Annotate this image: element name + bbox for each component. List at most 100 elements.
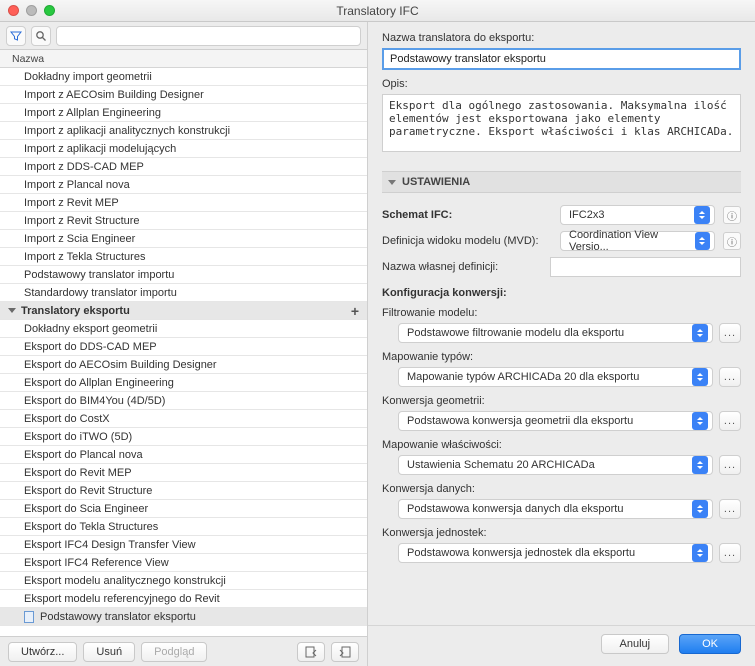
cancel-label: Anuluj: [620, 638, 651, 650]
updown-icon: [692, 324, 708, 342]
mvd-value: Coordination View Versio...: [569, 229, 695, 253]
list-item[interactable]: Eksport do Scia Engineer: [0, 500, 367, 518]
filter-icon: [10, 30, 22, 42]
mvd-select[interactable]: Coordination View Versio...: [560, 231, 715, 251]
list-item-label: Eksport modelu analitycznego konstrukcji: [24, 575, 226, 587]
delete-label: Usuń: [96, 646, 122, 658]
close-icon[interactable]: [8, 5, 19, 16]
unitconv-value: Podstawowa konwersja jednostek dla ekspo…: [407, 547, 635, 559]
geom-edit-button[interactable]: ...: [719, 411, 741, 431]
list-item[interactable]: Eksport do CostX: [0, 410, 367, 428]
dataconv-label: Konwersja danych:: [382, 483, 741, 495]
search-input[interactable]: [56, 26, 361, 46]
list-item[interactable]: Eksport do Allplan Engineering: [0, 374, 367, 392]
schema-info-button[interactable]: ⓘ: [723, 206, 741, 224]
add-translator-button[interactable]: +: [351, 303, 359, 319]
info-icon: ⓘ: [727, 208, 737, 223]
export-group-header[interactable]: Translatory eksportu +: [0, 302, 367, 320]
zoom-icon[interactable]: [44, 5, 55, 16]
dataconv-select[interactable]: Podstawowa konwersja danych dla eksportu: [398, 499, 713, 519]
list-item[interactable]: Import z DDS-CAD MEP: [0, 158, 367, 176]
filter-select[interactable]: Podstawowe filtrowanie modelu dla ekspor…: [398, 323, 713, 343]
list-item[interactable]: Eksport do DDS-CAD MEP: [0, 338, 367, 356]
list-item[interactable]: Import z AECOsim Building Designer: [0, 86, 367, 104]
create-button[interactable]: Utwórz...: [8, 642, 77, 662]
list-item-label: Eksport IFC4 Design Transfer View: [24, 539, 196, 551]
chevron-down-icon: [388, 180, 396, 185]
geom-value: Podstawowa konwersja geometrii dla ekspo…: [407, 415, 633, 427]
list-item[interactable]: Eksport do BIM4You (4D/5D): [0, 392, 367, 410]
typemap-select[interactable]: Mapowanie typów ARCHICADa 20 dla eksport…: [398, 367, 713, 387]
list-item[interactable]: Eksport modelu referencyjnego do Revit: [0, 590, 367, 608]
list-item[interactable]: Import z aplikacji analitycznych konstru…: [0, 122, 367, 140]
translator-name-input[interactable]: [382, 48, 741, 70]
list-item[interactable]: Eksport do Plancal nova: [0, 446, 367, 464]
unitconv-select[interactable]: Podstawowa konwersja jednostek dla ekspo…: [398, 543, 713, 563]
list-item-label: Eksport modelu referencyjnego do Revit: [24, 593, 220, 605]
titlebar: Translatory IFC: [0, 0, 755, 22]
mvd-info-button[interactable]: ⓘ: [723, 232, 741, 250]
ok-button[interactable]: OK: [679, 634, 741, 654]
unitconv-label: Konwersja jednostek:: [382, 527, 741, 539]
list-item[interactable]: Import z Revit MEP: [0, 194, 367, 212]
schema-select[interactable]: IFC2x3: [560, 205, 715, 225]
import-settings-button[interactable]: [297, 642, 325, 662]
list-item[interactable]: Dokładny eksport geometrii: [0, 320, 367, 338]
dataconv-edit-button[interactable]: ...: [719, 499, 741, 519]
typemap-edit-button[interactable]: ...: [719, 367, 741, 387]
list-item-label: Eksport do Allplan Engineering: [24, 377, 174, 389]
propmap-edit-button[interactable]: ...: [719, 455, 741, 475]
window-title: Translatory IFC: [0, 4, 755, 18]
list-item[interactable]: Import z Tekla Structures: [0, 248, 367, 266]
list-item-label: Eksport do DDS-CAD MEP: [24, 341, 157, 353]
filter-label: Filtrowanie modelu:: [382, 307, 741, 319]
list-item[interactable]: Import z Scia Engineer: [0, 230, 367, 248]
own-def-label: Nazwa własnej definicji:: [382, 261, 542, 273]
propmap-label: Mapowanie właściwości:: [382, 439, 741, 451]
list-item[interactable]: Eksport modelu analitycznego konstrukcji: [0, 572, 367, 590]
list-item[interactable]: Eksport do Revit MEP: [0, 464, 367, 482]
propmap-select[interactable]: Ustawienia Schematu 20 ARCHICADa: [398, 455, 713, 475]
list-item[interactable]: Import z Allplan Engineering: [0, 104, 367, 122]
search-icon: [35, 30, 47, 42]
preview-button: Podgląd: [141, 642, 207, 662]
export-settings-button[interactable]: [331, 642, 359, 662]
list-item[interactable]: Import z Revit Structure: [0, 212, 367, 230]
updown-icon: [694, 206, 710, 224]
list-item-label: Eksport do Plancal nova: [24, 449, 143, 461]
list-bottom-bar: Utwórz... Usuń Podgląd: [0, 636, 367, 666]
search-button[interactable]: [31, 26, 51, 46]
settings-section-header[interactable]: USTAWIENIA: [382, 171, 741, 193]
settings-header-label: USTAWIENIA: [402, 176, 470, 188]
list-item-label: Eksport do Revit MEP: [24, 467, 132, 479]
list-item[interactable]: Import z Plancal nova: [0, 176, 367, 194]
list-item[interactable]: Import z aplikacji modelujących: [0, 140, 367, 158]
list-item-label: Eksport do AECOsim Building Designer: [24, 359, 217, 371]
list-column-header[interactable]: Nazwa: [0, 50, 367, 68]
geom-select[interactable]: Podstawowa konwersja geometrii dla ekspo…: [398, 411, 713, 431]
list-item[interactable]: Standardowy translator importu: [0, 284, 367, 302]
list-item[interactable]: Eksport do AECOsim Building Designer: [0, 356, 367, 374]
list-item[interactable]: Eksport IFC4 Design Transfer View: [0, 536, 367, 554]
updown-icon: [692, 544, 708, 562]
unitconv-edit-button[interactable]: ...: [719, 543, 741, 563]
list-item[interactable]: Eksport do Tekla Structures: [0, 518, 367, 536]
mvd-label: Definicja widoku modelu (MVD):: [382, 235, 552, 247]
settings-panel: Nazwa translatora do eksportu: Opis: UST…: [368, 22, 755, 666]
list-item[interactable]: Eksport IFC4 Reference View: [0, 554, 367, 572]
typemap-value: Mapowanie typów ARCHICADa 20 dla eksport…: [407, 371, 639, 383]
list-item[interactable]: Dokładny import geometrii: [0, 68, 367, 86]
list-item[interactable]: Podstawowy translator importu: [0, 266, 367, 284]
list-item[interactable]: Eksport do iTWO (5D): [0, 428, 367, 446]
list-item[interactable]: Eksport do Revit Structure: [0, 482, 367, 500]
delete-button[interactable]: Usuń: [83, 642, 135, 662]
list-item[interactable]: Podstawowy translator eksportu: [0, 608, 367, 626]
list-toolbar: [0, 22, 367, 50]
translator-description-input[interactable]: [382, 94, 741, 152]
cancel-button[interactable]: Anuluj: [601, 634, 670, 654]
own-definition-input[interactable]: [550, 257, 741, 277]
filter-edit-button[interactable]: ...: [719, 323, 741, 343]
list-item-label: Eksport IFC4 Reference View: [24, 557, 169, 569]
filter-button[interactable]: [6, 26, 26, 46]
translator-list[interactable]: Nazwa Dokładny import geometriiImport z …: [0, 50, 367, 636]
